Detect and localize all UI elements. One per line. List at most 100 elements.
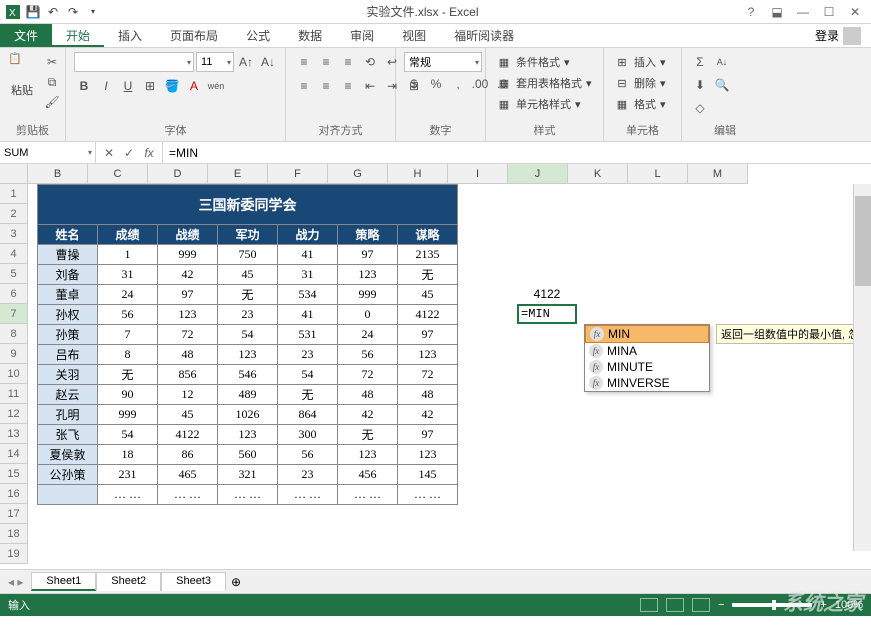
table-cell[interactable]: 42 <box>398 405 458 425</box>
table-cell[interactable]: 48 <box>398 385 458 405</box>
table-cell[interactable]: 8 <box>98 345 158 365</box>
table-cell[interactable]: 夏侯敦 <box>38 445 98 465</box>
tab-insert[interactable]: 插入 <box>104 24 156 47</box>
clear-icon[interactable]: ◇ <box>690 98 710 118</box>
comma-icon[interactable]: , <box>448 74 468 94</box>
row-header-5[interactable]: 5 <box>0 264 28 284</box>
font-name-combo[interactable]: ▾ <box>74 52 194 72</box>
table-cell[interactable]: 999 <box>158 245 218 265</box>
font-size-combo[interactable]: 11▾ <box>196 52 234 72</box>
table-cell[interactable]: … … <box>278 485 338 505</box>
add-sheet-button[interactable]: ⊕ <box>226 575 246 589</box>
table-cell[interactable]: 24 <box>338 325 398 345</box>
paste-button[interactable]: 📋 粘贴 <box>8 52 36 98</box>
tab-review[interactable]: 审阅 <box>336 24 388 47</box>
row-header-6[interactable]: 6 <box>0 284 28 304</box>
bold-icon[interactable]: B <box>74 76 94 96</box>
page-break-view-icon[interactable] <box>692 598 710 612</box>
table-cell[interactable]: 231 <box>98 465 158 485</box>
col-header-H[interactable]: H <box>388 164 448 184</box>
func-item-mina[interactable]: fxMINA <box>585 343 709 359</box>
redo-icon[interactable]: ↷ <box>64 3 82 21</box>
col-header-D[interactable]: D <box>148 164 208 184</box>
col-header-E[interactable]: E <box>208 164 268 184</box>
fx-icon[interactable]: fx <box>140 146 158 160</box>
vertical-scrollbar[interactable] <box>853 184 871 551</box>
table-cell[interactable]: 4122 <box>158 425 218 445</box>
sheet-tab-sheet3[interactable]: Sheet3 <box>161 572 226 591</box>
row-header-12[interactable]: 12 <box>0 404 28 424</box>
editing-cell-j7[interactable]: =MIN <box>517 304 577 324</box>
row-header-15[interactable]: 15 <box>0 464 28 484</box>
table-cell[interactable]: 999 <box>338 285 398 305</box>
table-cell[interactable]: 999 <box>98 405 158 425</box>
table-cell[interactable]: 123 <box>398 445 458 465</box>
table-cell[interactable]: 531 <box>278 325 338 345</box>
table-cell[interactable]: 56 <box>98 305 158 325</box>
table-cell[interactable]: 123 <box>158 305 218 325</box>
format-painter-icon[interactable]: 🖌 <box>42 92 62 112</box>
zoom-level[interactable]: 100% <box>835 599 863 611</box>
zoom-thumb[interactable] <box>772 600 776 610</box>
table-cell[interactable]: 456 <box>338 465 398 485</box>
row-header-7[interactable]: 7 <box>0 304 28 324</box>
table-cell[interactable]: 750 <box>218 245 278 265</box>
fill-color-icon[interactable]: 🪣 <box>162 76 182 96</box>
table-cell[interactable]: 97 <box>398 425 458 445</box>
row-header-2[interactable]: 2 <box>0 204 28 224</box>
table-cell[interactable]: 123 <box>218 345 278 365</box>
function-autocomplete[interactable]: fxMINfxMINAfxMINUTEfxMINVERSE <box>584 324 710 392</box>
align-center-icon[interactable]: ≡ <box>316 76 336 96</box>
table-cell[interactable]: 54 <box>218 325 278 345</box>
row-header-8[interactable]: 8 <box>0 324 28 344</box>
col-header-C[interactable]: C <box>88 164 148 184</box>
col-header-L[interactable]: L <box>628 164 688 184</box>
align-right-icon[interactable]: ≡ <box>338 76 358 96</box>
table-cell[interactable]: 300 <box>278 425 338 445</box>
table-cell[interactable]: 321 <box>218 465 278 485</box>
table-cell[interactable]: 42 <box>158 265 218 285</box>
table-cell[interactable]: 4122 <box>398 305 458 325</box>
login-area[interactable]: 登录 <box>805 24 871 47</box>
table-cell[interactable]: 24 <box>98 285 158 305</box>
table-cell[interactable]: 48 <box>158 345 218 365</box>
align-left-icon[interactable]: ≡ <box>294 76 314 96</box>
confirm-formula-icon[interactable]: ✓ <box>120 146 138 160</box>
table-cell[interactable]: 0 <box>338 305 398 325</box>
underline-icon[interactable]: U <box>118 76 138 96</box>
table-cell[interactable]: 465 <box>158 465 218 485</box>
conditional-format-button[interactable]: ▦条件格式 ▾ <box>494 52 572 72</box>
fill-icon[interactable]: ⬇ <box>690 75 710 95</box>
row-header-16[interactable]: 16 <box>0 484 28 504</box>
decrease-font-icon[interactable]: A↓ <box>258 52 278 72</box>
table-cell[interactable]: 45 <box>218 265 278 285</box>
cancel-formula-icon[interactable]: ✕ <box>100 146 118 160</box>
table-cell[interactable]: 23 <box>218 305 278 325</box>
tab-foxit[interactable]: 福昕阅读器 <box>440 24 528 47</box>
italic-icon[interactable]: I <box>96 76 116 96</box>
table-cell[interactable]: 18 <box>98 445 158 465</box>
vertical-scroll-thumb[interactable] <box>855 196 871 286</box>
align-bottom-icon[interactable]: ≡ <box>338 52 358 72</box>
table-cell[interactable]: 97 <box>398 325 458 345</box>
insert-cells-button[interactable]: ⊞插入 ▾ <box>612 52 668 72</box>
table-cell[interactable]: 23 <box>278 465 338 485</box>
row-header-4[interactable]: 4 <box>0 244 28 264</box>
table-cell[interactable]: 无 <box>278 385 338 405</box>
col-header-M[interactable]: M <box>688 164 748 184</box>
table-cell[interactable]: 孙策 <box>38 325 98 345</box>
table-cell[interactable]: 1026 <box>218 405 278 425</box>
page-layout-view-icon[interactable] <box>666 598 684 612</box>
table-cell[interactable]: 56 <box>278 445 338 465</box>
normal-view-icon[interactable] <box>640 598 658 612</box>
table-cell[interactable]: 无 <box>218 285 278 305</box>
table-cell[interactable]: 赵云 <box>38 385 98 405</box>
table-cell[interactable]: 41 <box>278 245 338 265</box>
close-icon[interactable]: ✕ <box>843 3 867 21</box>
row-header-18[interactable]: 18 <box>0 524 28 544</box>
table-cell[interactable]: 刘备 <box>38 265 98 285</box>
tab-file[interactable]: 文件 <box>0 24 52 47</box>
table-cell[interactable] <box>38 485 98 505</box>
table-cell[interactable]: 董卓 <box>38 285 98 305</box>
table-cell[interactable]: 31 <box>278 265 338 285</box>
